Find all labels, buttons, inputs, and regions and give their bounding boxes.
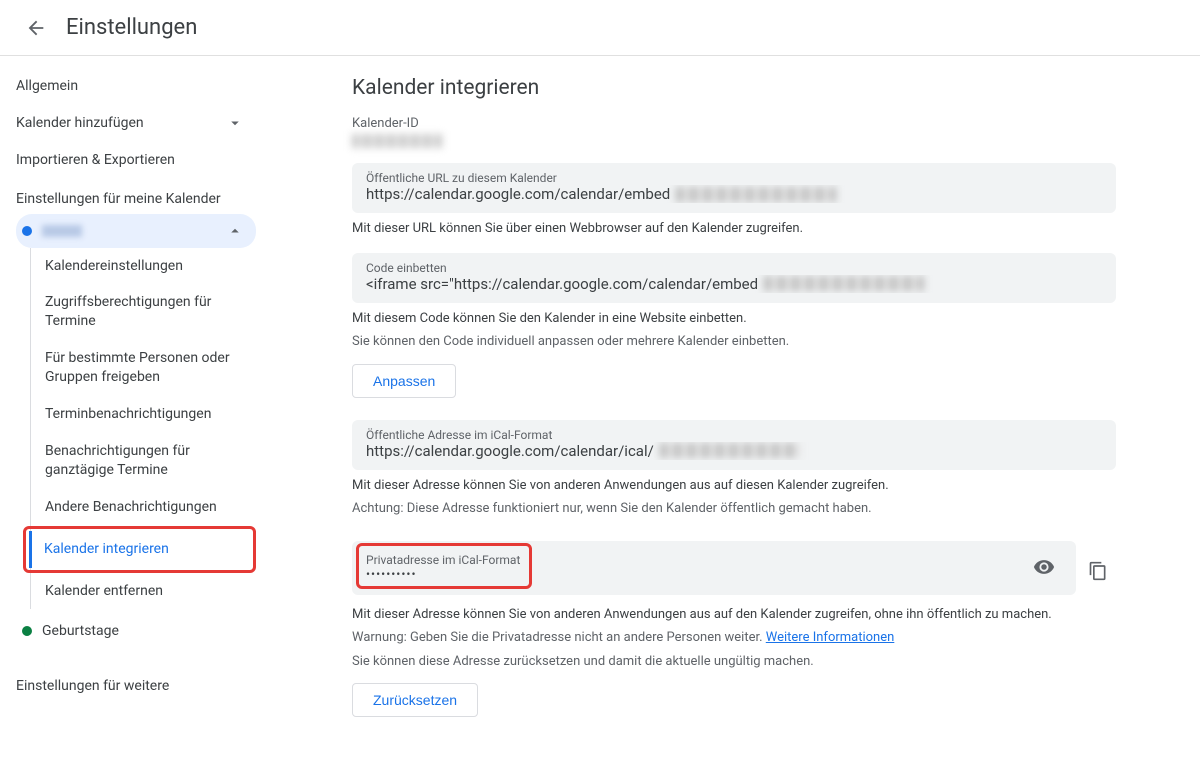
private-ical-hint-1: Mit dieser Adresse können Sie von andere… <box>352 605 1116 625</box>
back-button[interactable] <box>16 8 56 48</box>
sidebar-item-remove-calendar[interactable]: Kalender entfernen <box>31 573 256 610</box>
arrow-left-icon <box>25 17 47 39</box>
more-info-link[interactable]: Weitere Informationen <box>766 630 895 645</box>
copy-button[interactable] <box>1080 553 1116 589</box>
private-ical-field[interactable]: Privatadresse im iCal-Format •••••••••• <box>352 541 1076 595</box>
sidebar-item-other-notifications[interactable]: Andere Benachrichtigungen <box>31 489 256 526</box>
sidebar-add-calendar[interactable]: Kalender hinzufügen <box>16 104 256 142</box>
public-ical-hint-1: Mit dieser Adresse können Sie von andere… <box>352 476 1116 496</box>
sidebar-item-integrate-calendar[interactable]: Kalender integrieren <box>29 531 249 568</box>
public-url-hint: Mit dieser URL können Sie über einen Web… <box>352 219 1116 239</box>
field-label: Code einbetten <box>366 261 1102 275</box>
sidebar-item-access-permissions[interactable]: Zugriffsberechtigungen für Termine <box>31 284 256 340</box>
sidebar-item-allday-notifications[interactable]: Benachrichtigungen für ganztägige Termin… <box>31 433 256 489</box>
customize-button[interactable]: Anpassen <box>352 364 456 398</box>
embed-hint-2: Sie können den Code individuell anpassen… <box>352 332 1116 352</box>
main-content: Kalender integrieren Kalender-ID Öffentl… <box>256 56 1156 757</box>
sidebar-import-export[interactable]: Importieren & Exportieren <box>16 142 256 178</box>
copy-icon <box>1088 561 1108 581</box>
calendar-name-redacted <box>42 225 82 237</box>
calendar-id-redacted <box>352 134 442 148</box>
chevron-down-icon <box>226 114 244 132</box>
reset-button[interactable]: Zurücksetzen <box>352 683 478 717</box>
private-ical-hint-3: Sie können diese Adresse zurücksetzen un… <box>352 652 1116 672</box>
sidebar-item-share-specific[interactable]: Für bestimmte Personen oder Gruppen frei… <box>31 340 256 396</box>
sidebar-calendar-row[interactable] <box>16 214 256 248</box>
field-label: Öffentliche Adresse im iCal-Format <box>366 428 1102 442</box>
calendar-color-dot <box>22 226 32 236</box>
page-title: Einstellungen <box>66 15 197 40</box>
public-ical-field[interactable]: Öffentliche Adresse im iCal-Format https… <box>352 420 1116 470</box>
reveal-button[interactable] <box>1026 549 1062 585</box>
sidebar-calendar-birthdays[interactable]: Geburtstage <box>16 615 256 647</box>
eye-icon <box>1033 556 1055 578</box>
sidebar-my-calendars-header: Einstellungen für meine Kalender <box>16 178 256 214</box>
field-label: Öffentliche URL zu diesem Kalender <box>366 171 1102 185</box>
embed-code-field[interactable]: Code einbetten <iframe src="https://cale… <box>352 253 1116 303</box>
private-ical-warning: Warnung: Geben Sie die Privatadresse nic… <box>352 628 1116 648</box>
chevron-up-icon <box>226 222 244 240</box>
sidebar-other-calendars-header: Einstellungen für weitere <box>16 665 256 701</box>
calendar-color-dot <box>22 626 32 636</box>
section-title: Kalender integrieren <box>352 76 1116 100</box>
public-url-field[interactable]: Öffentliche URL zu diesem Kalender https… <box>352 163 1116 213</box>
sidebar: Allgemein Kalender hinzufügen Importiere… <box>0 56 256 757</box>
calendar-id-label: Kalender-ID <box>352 116 1116 131</box>
public-ical-hint-2: Achtung: Diese Adresse funktioniert nur,… <box>352 499 1116 519</box>
sidebar-general[interactable]: Allgemein <box>16 68 256 104</box>
sidebar-item-event-notifications[interactable]: Terminbenachrichtigungen <box>31 396 256 433</box>
embed-hint-1: Mit diesem Code können Sie den Kalender … <box>352 309 1116 329</box>
sidebar-item-calendar-settings[interactable]: Kalendereinstellungen <box>31 248 256 285</box>
field-label: Privatadresse im iCal-Format <box>366 553 1014 567</box>
